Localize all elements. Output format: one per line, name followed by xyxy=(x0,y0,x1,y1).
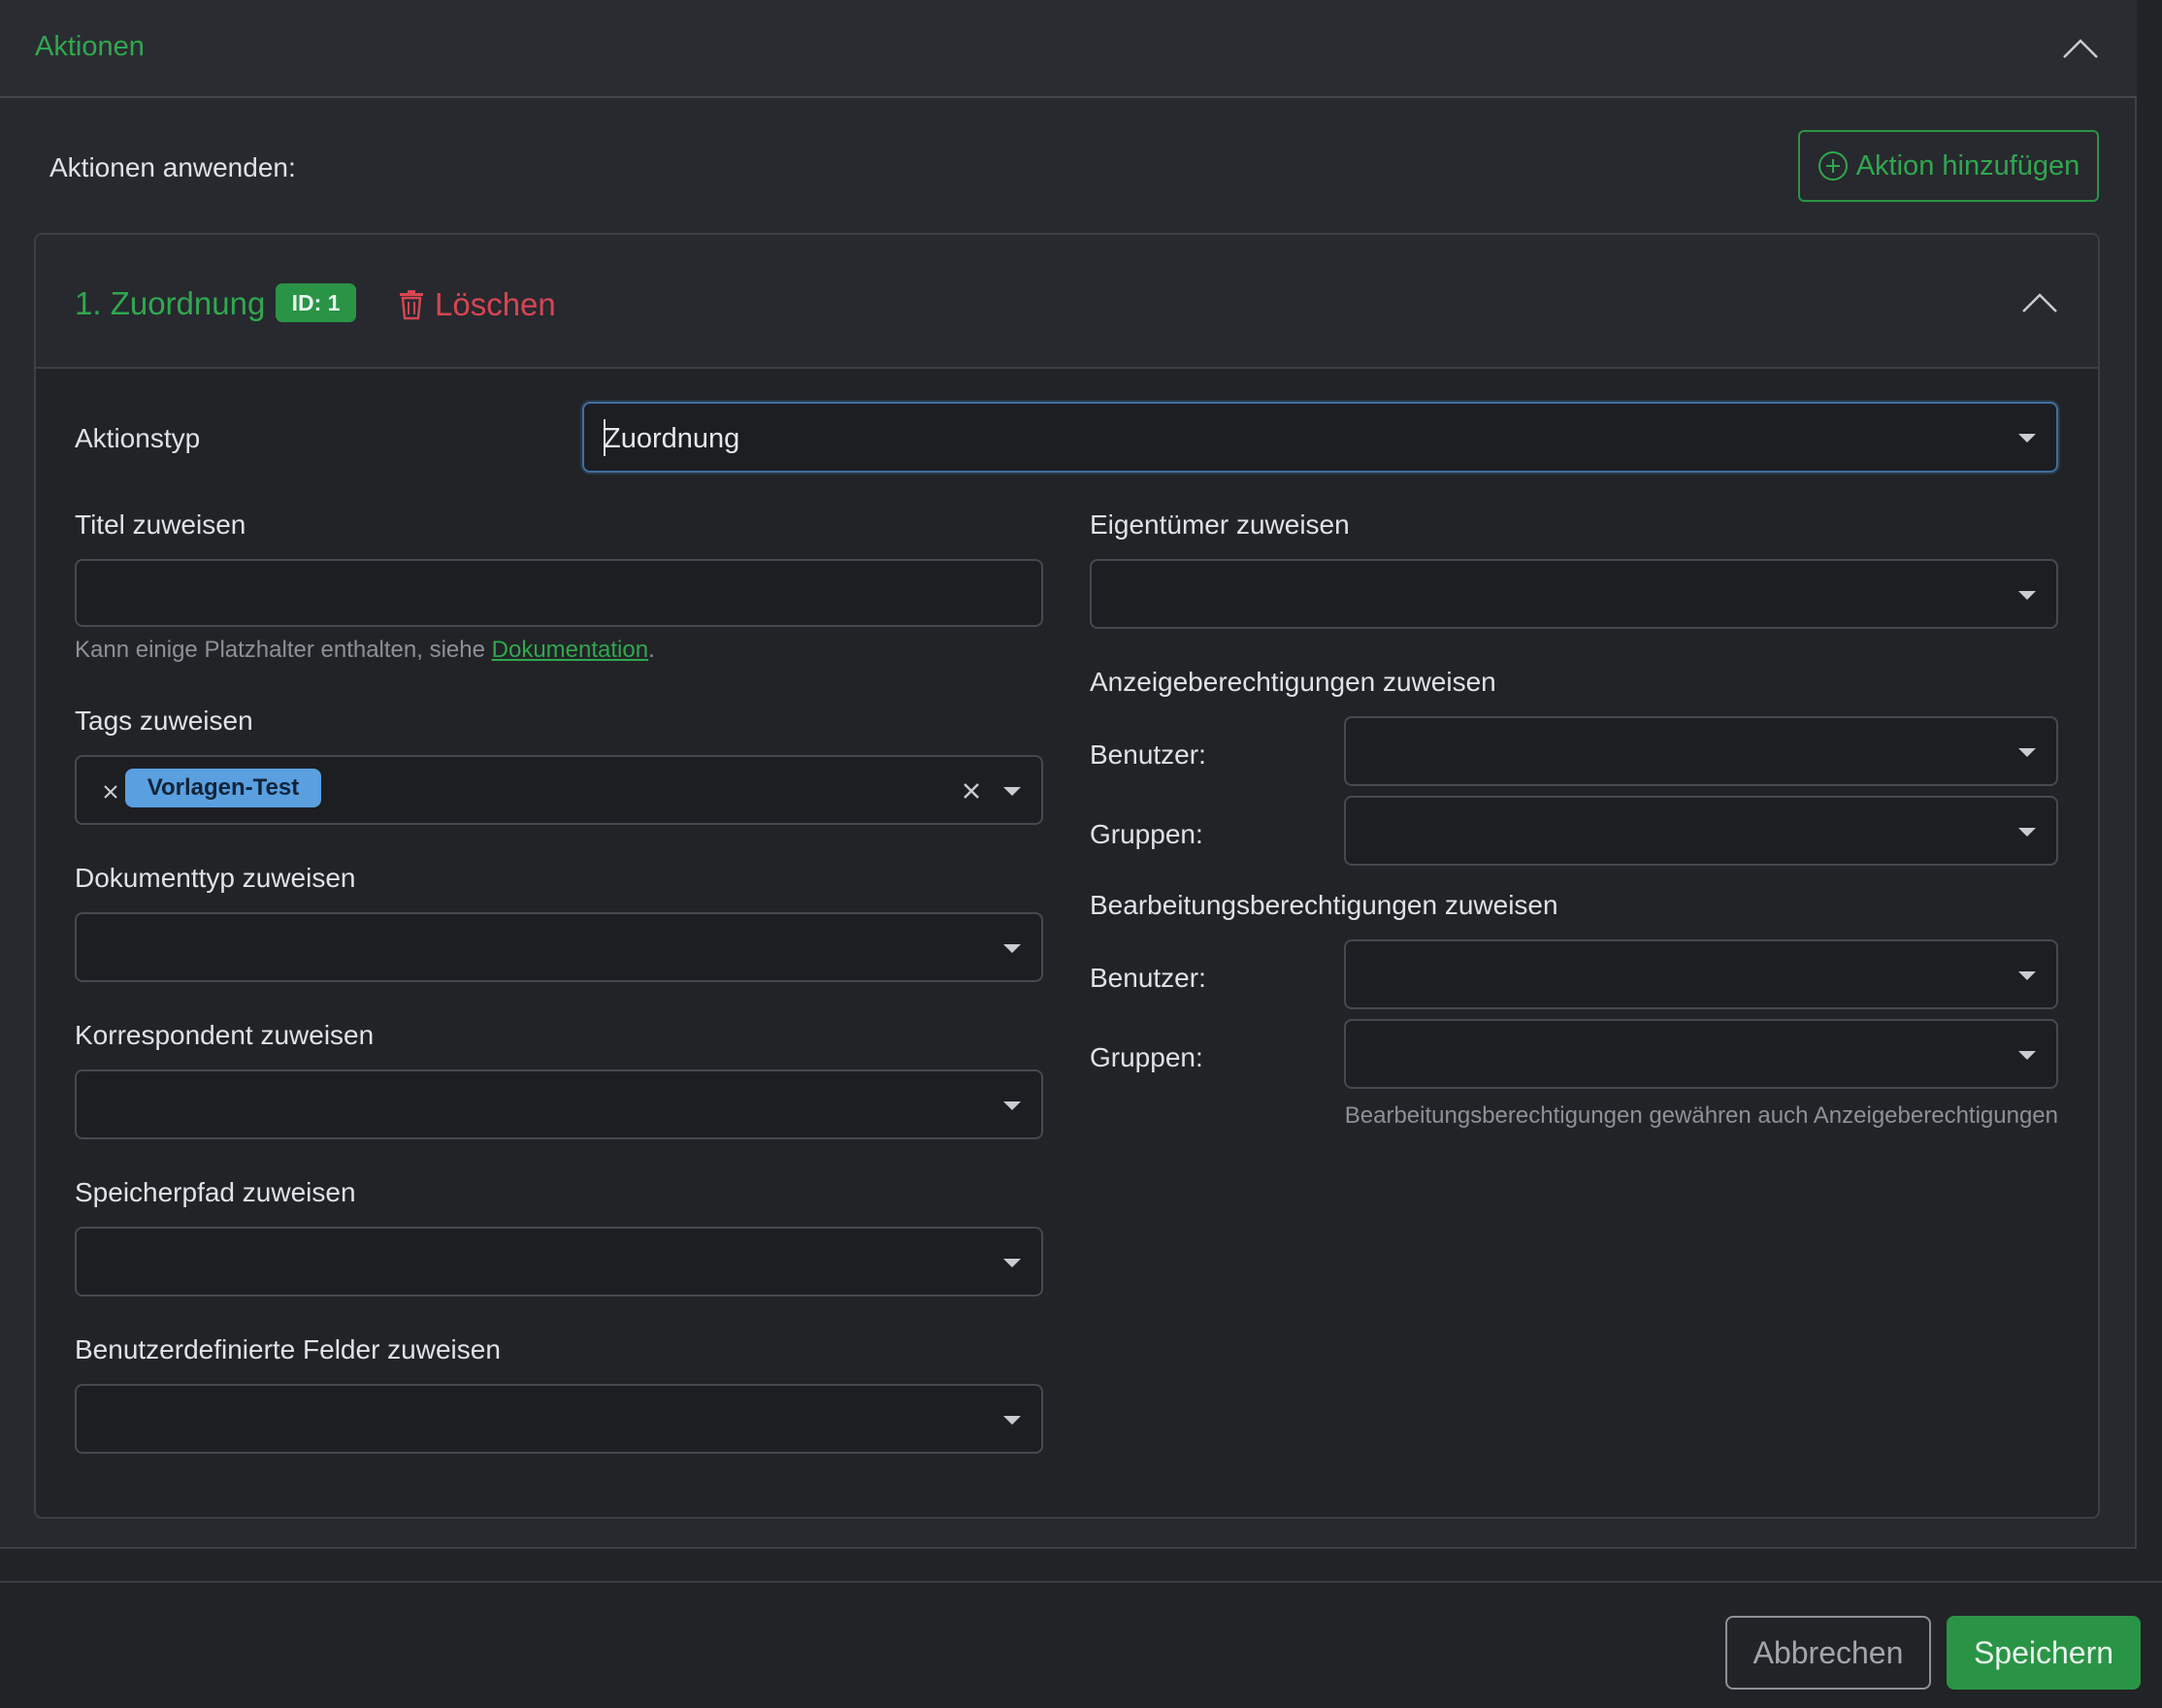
view-groups-label: Gruppen: xyxy=(1090,819,1203,849)
caret-down-icon xyxy=(1003,1259,1021,1267)
caret-down-icon xyxy=(2018,828,2036,837)
panel-title: Aktionen xyxy=(35,31,145,62)
chevron-up-icon[interactable] xyxy=(2061,37,2100,60)
edit-permissions-hint: Bearbeitungsberechtigungen gewähren auch… xyxy=(1344,1102,2058,1129)
action-type-select[interactable]: Zuordnung xyxy=(582,402,2058,473)
storage-path-label: Speicherpfad zuweisen xyxy=(75,1177,356,1207)
documentation-link[interactable]: Dokumentation xyxy=(492,637,648,663)
edit-users-label: Benutzer: xyxy=(1090,963,1206,993)
action-id-badge: ID: 1 xyxy=(276,283,356,322)
doctype-label: Dokumenttyp zuweisen xyxy=(75,863,356,893)
view-users-label: Benutzer: xyxy=(1090,739,1206,770)
save-button[interactable]: Speichern xyxy=(1947,1616,2141,1690)
title-hint-suffix: . xyxy=(648,637,655,663)
caret-down-icon xyxy=(1003,944,1021,953)
view-users-select[interactable] xyxy=(1344,716,2058,786)
doctype-select[interactable] xyxy=(75,912,1043,982)
text-cursor xyxy=(604,419,606,456)
caret-down-icon xyxy=(1003,1101,1021,1110)
delete-label: Löschen xyxy=(435,286,556,322)
caret-down-icon xyxy=(2018,434,2036,443)
footer-divider xyxy=(0,1581,2162,1583)
caret-down-icon xyxy=(2018,591,2036,600)
custom-fields-select[interactable] xyxy=(75,1384,1043,1454)
caret-down-icon xyxy=(1003,787,1021,796)
edit-permissions-label: Bearbeitungsberechtigungen zuweisen xyxy=(1090,890,1558,920)
add-action-label: Aktion hinzufügen xyxy=(1855,149,2080,181)
cancel-button[interactable]: Abbrechen xyxy=(1725,1616,1931,1690)
view-groups-select[interactable] xyxy=(1344,796,2058,866)
actions-panel-header[interactable] xyxy=(0,0,2137,98)
trash-icon xyxy=(400,290,423,320)
title-input[interactable] xyxy=(75,559,1043,627)
correspondent-select[interactable] xyxy=(75,1069,1043,1139)
tags-label: Tags zuweisen xyxy=(75,706,253,736)
edit-groups-select[interactable] xyxy=(1344,1019,2058,1089)
action-title: 1. Zuordnung xyxy=(75,285,266,321)
edit-users-select[interactable] xyxy=(1344,939,2058,1009)
caret-down-icon xyxy=(2018,1051,2036,1060)
action-type-label: Aktionstyp xyxy=(75,423,201,453)
owner-label: Eigentümer zuweisen xyxy=(1090,509,1350,540)
add-action-button[interactable]: Aktion hinzufügen xyxy=(1798,130,2099,202)
view-permissions-label: Anzeigeberechtigungen zuweisen xyxy=(1090,667,1496,697)
title-hint: Kann einige Platzhalter enthalten, siehe… xyxy=(75,637,655,664)
title-hint-text: Kann einige Platzhalter enthalten, siehe xyxy=(75,637,492,663)
caret-down-icon xyxy=(1003,1416,1021,1425)
storage-path-select[interactable] xyxy=(75,1227,1043,1297)
correspondent-label: Korrespondent zuweisen xyxy=(75,1020,375,1050)
title-label: Titel zuweisen xyxy=(75,509,246,540)
caret-down-icon xyxy=(2018,748,2036,757)
apply-actions-label: Aktionen anwenden: xyxy=(49,152,296,182)
delete-action-button[interactable]: Löschen xyxy=(398,285,556,324)
caret-down-icon xyxy=(2018,971,2036,980)
edit-groups-label: Gruppen: xyxy=(1090,1042,1203,1072)
tag-chip: Vorlagen-Test xyxy=(125,769,321,807)
owner-select[interactable] xyxy=(1090,559,2058,629)
action-type-value: Zuordnung xyxy=(604,423,740,454)
custom-fields-label: Benutzerdefinierte Felder zuweisen xyxy=(75,1334,501,1364)
plus-circle-icon xyxy=(1818,151,1848,181)
clear-icon[interactable] xyxy=(962,781,981,801)
chevron-up-icon[interactable] xyxy=(2020,291,2059,314)
remove-tag-icon[interactable] xyxy=(103,784,118,800)
